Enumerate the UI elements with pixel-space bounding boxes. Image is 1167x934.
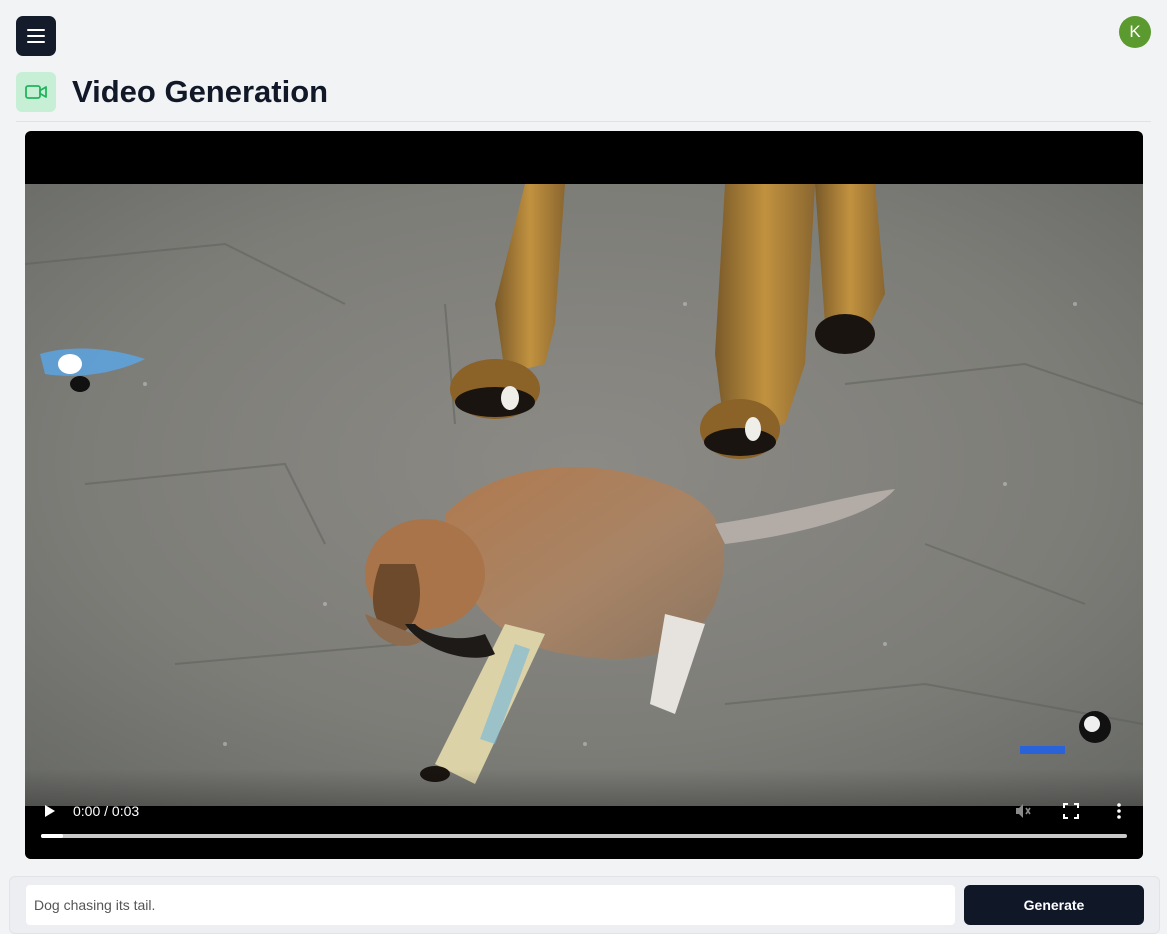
time-display: 0:00 / 0:03	[73, 803, 140, 819]
more-vertical-icon[interactable]	[1110, 802, 1128, 820]
fullscreen-icon[interactable]	[1062, 802, 1080, 820]
play-icon[interactable]	[41, 803, 57, 819]
user-avatar[interactable]: K	[1119, 16, 1151, 48]
page-header: Video Generation	[16, 72, 1151, 122]
video-frame	[25, 184, 1143, 806]
menu-button[interactable]	[16, 16, 56, 56]
video-progress-fill	[41, 834, 63, 838]
video-camera-icon	[16, 72, 56, 112]
generate-button[interactable]: Generate	[964, 885, 1144, 925]
prompt-bar: Generate	[9, 876, 1160, 934]
video-player[interactable]: 0:00 / 0:03	[25, 131, 1143, 859]
prompt-input[interactable]	[26, 885, 955, 925]
page-title: Video Generation	[72, 74, 329, 109]
video-progress-bar[interactable]	[41, 834, 1127, 838]
volume-muted-icon[interactable]	[1014, 802, 1032, 820]
hamburger-menu-icon	[27, 29, 45, 31]
